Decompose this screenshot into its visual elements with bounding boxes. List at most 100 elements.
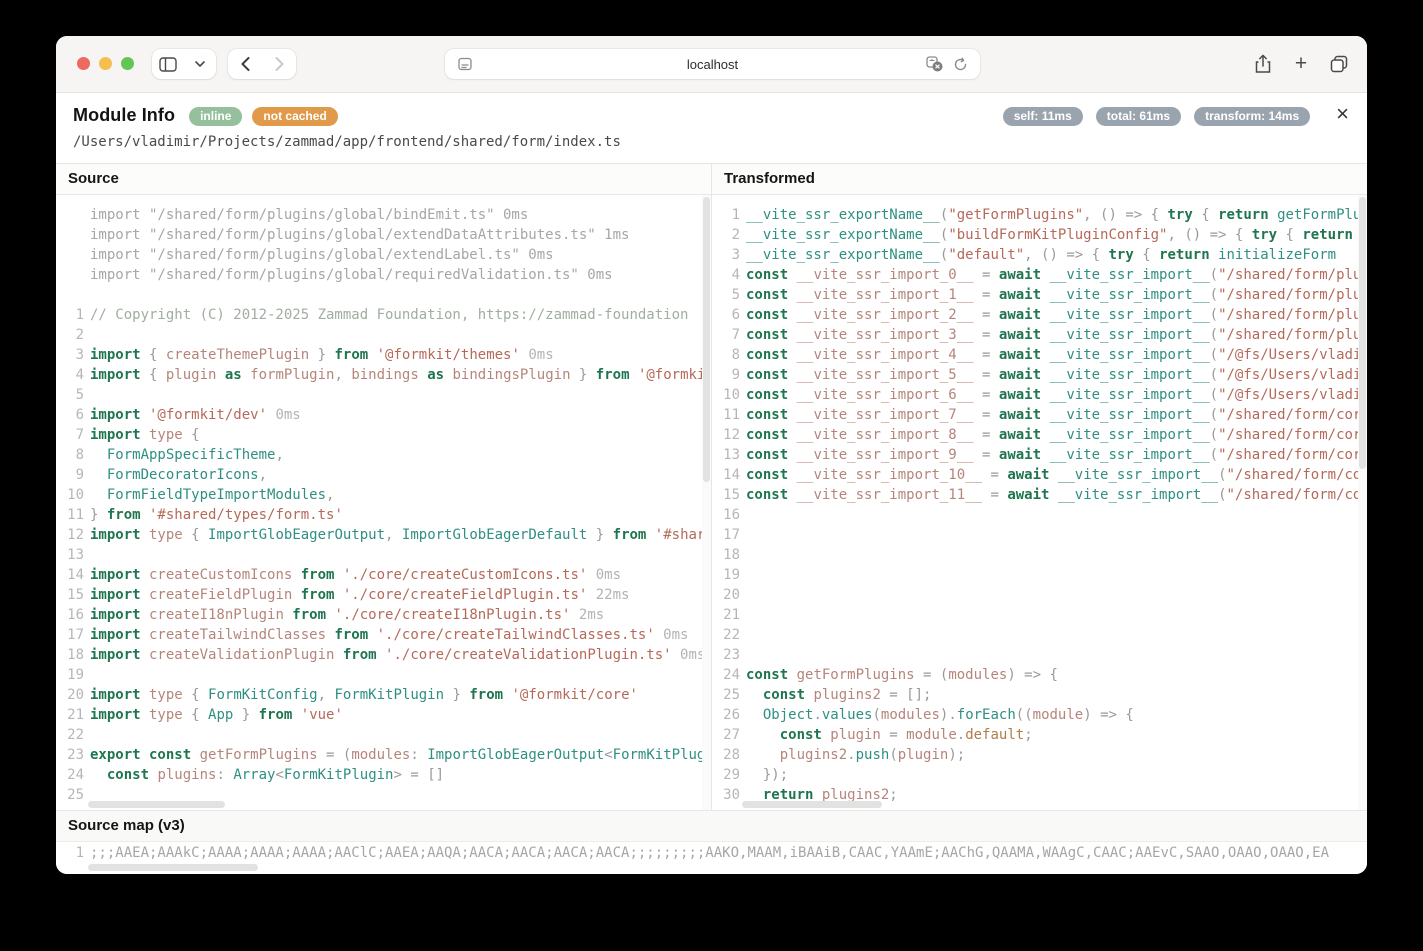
line-number: 7 xyxy=(712,325,740,345)
line-number: 4 xyxy=(712,265,740,285)
source-map-line: 1 ;;;AAEA;AAAkC;AAAA;AAAA;AAAA;AAClC;AAEA… xyxy=(56,842,1367,862)
code-line: 20import type { FormKitConfig, FormKitPl… xyxy=(56,685,711,705)
transformed-code: 1__vite_ssr_exportName__("getFormPlugins… xyxy=(712,195,1367,810)
code-line: 1// Copyright (C) 2012-2025 Zammad Found… xyxy=(56,305,711,325)
code-line: 19 xyxy=(712,565,1367,585)
code-line: 25 const plugins2 = []; xyxy=(712,685,1367,705)
line-number: 1 xyxy=(712,205,740,225)
sourcemap-mappings: ;;;AAEA;AAAkC;AAAA;AAAA;AAAA;AAClC;AAEA;… xyxy=(90,845,1329,861)
tabs-icon xyxy=(1330,55,1348,73)
line-number: 21 xyxy=(712,605,740,625)
code-line: 6import '@formkit/dev' 0ms xyxy=(56,405,711,425)
reload-icon xyxy=(953,57,968,72)
line-number: 13 xyxy=(712,445,740,465)
code-line: 22 xyxy=(712,625,1367,645)
minimize-window-button[interactable] xyxy=(99,57,112,70)
code-line: 18 xyxy=(712,545,1367,565)
tab-overview-button[interactable] xyxy=(1329,53,1349,75)
chevron-down-icon[interactable] xyxy=(184,49,216,79)
line-number: 10 xyxy=(56,485,84,505)
code-line: 5 xyxy=(56,385,711,405)
transformed-horizontal-scrollbar-thumb[interactable] xyxy=(742,801,882,808)
line-number: 11 xyxy=(712,405,740,425)
code-line: 14import createCustomIcons from './core/… xyxy=(56,565,711,585)
code-line: import "/shared/form/plugins/global/requ… xyxy=(56,265,711,285)
source-vertical-scrollbar-thumb[interactable] xyxy=(703,197,710,482)
code-line: 8const __vite_ssr_import_4__ = await __v… xyxy=(712,345,1367,365)
line-number: 27 xyxy=(712,725,740,745)
line-number: 1 xyxy=(56,842,84,864)
nav-buttons xyxy=(228,49,296,79)
source-panel: Source import "/shared/form/plugins/glob… xyxy=(56,164,711,810)
code-line: 7const __vite_ssr_import_3__ = await __v… xyxy=(712,325,1367,345)
line-number: 8 xyxy=(712,345,740,365)
close-button[interactable]: × xyxy=(1336,104,1349,124)
source-map-title: Source map (v3) xyxy=(56,810,1367,842)
code-line: 21 xyxy=(712,605,1367,625)
close-window-button[interactable] xyxy=(77,57,90,70)
code-line: 29 }); xyxy=(712,765,1367,785)
code-line: 28 plugins2.push(plugin); xyxy=(712,745,1367,765)
code-line: 18import createValidationPlugin from './… xyxy=(56,645,711,665)
line-number: 16 xyxy=(56,605,84,625)
source-horizontal-scrollbar-thumb[interactable] xyxy=(88,801,225,808)
browser-window: localhost xyxy=(56,36,1367,874)
traffic-lights xyxy=(77,57,134,70)
metric-pill: total: 61ms xyxy=(1096,107,1181,126)
line-number: 3 xyxy=(56,345,84,365)
line-number: 29 xyxy=(712,765,740,785)
line-number: 13 xyxy=(56,545,84,565)
transformed-vertical-scrollbar-thumb[interactable] xyxy=(1359,197,1366,469)
code-line: 21import type { App } from 'vue' xyxy=(56,705,711,725)
line-number: 10 xyxy=(712,385,740,405)
back-button[interactable] xyxy=(228,49,262,79)
code-line: 11} from '#shared/types/form.ts' xyxy=(56,505,711,525)
reload-button[interactable] xyxy=(953,57,968,72)
line-number: 12 xyxy=(56,525,84,545)
transformed-vertical-scrollbar[interactable] xyxy=(1358,195,1367,810)
line-number: 17 xyxy=(712,525,740,545)
share-button[interactable] xyxy=(1253,53,1273,75)
sidebar-toggle-button[interactable] xyxy=(152,49,216,79)
line-number: 20 xyxy=(712,585,740,605)
line-number: 20 xyxy=(56,685,84,705)
code-line: 9const __vite_ssr_import_5__ = await __v… xyxy=(712,365,1367,385)
code-line: 2__vite_ssr_exportName__("buildFormKitPl… xyxy=(712,225,1367,245)
line-number: 25 xyxy=(56,785,84,805)
code-line: import "/shared/form/plugins/global/bind… xyxy=(56,205,711,225)
url-field[interactable]: localhost xyxy=(445,49,980,79)
sourcemap-horizontal-scrollbar-thumb[interactable] xyxy=(88,864,258,871)
code-line: 16import createI18nPlugin from './core/c… xyxy=(56,605,711,625)
code-line: 26 Object.values(modules).forEach((modul… xyxy=(712,705,1367,725)
status-badge: not cached xyxy=(252,107,337,126)
line-number: 28 xyxy=(712,745,740,765)
source-code: import "/shared/form/plugins/global/bind… xyxy=(56,195,711,810)
code-line: 5const __vite_ssr_import_1__ = await __v… xyxy=(712,285,1367,305)
line-number: 19 xyxy=(56,665,84,685)
page-title: Module Info xyxy=(73,105,175,126)
line-number: 17 xyxy=(56,625,84,645)
new-tab-button[interactable]: + xyxy=(1291,53,1311,75)
transformed-panel-title: Transformed xyxy=(712,164,1367,195)
module-info-header: Module Info inlinenot cached self: 11mst… xyxy=(56,93,1367,150)
line-number: 4 xyxy=(56,365,84,385)
code-panels: Source import "/shared/form/plugins/glob… xyxy=(56,163,1367,810)
line-number: 2 xyxy=(712,225,740,245)
forward-button[interactable] xyxy=(262,49,296,79)
source-map-body: 1 ;;;AAEA;AAAkC;AAAA;AAAA;AAAA;AAClC;AAEA… xyxy=(56,842,1367,874)
code-line: 8 FormAppSpecificTheme, xyxy=(56,445,711,465)
code-line: 2 xyxy=(56,325,711,345)
source-vertical-scrollbar[interactable] xyxy=(702,195,711,810)
url-text: localhost xyxy=(445,57,980,72)
source-map-section: Source map (v3) 1 ;;;AAEA;AAAkC;AAAA;AAAA… xyxy=(56,810,1367,874)
line-number: 1 xyxy=(56,305,84,325)
code-line: 6const __vite_ssr_import_2__ = await __v… xyxy=(712,305,1367,325)
forward-icon xyxy=(275,57,284,71)
line-number: 9 xyxy=(712,365,740,385)
line-number: 14 xyxy=(56,565,84,585)
zoom-window-button[interactable] xyxy=(121,57,134,70)
line-number: 23 xyxy=(712,645,740,665)
code-line: 3import { createThemePlugin } from '@for… xyxy=(56,345,711,365)
translate-icon[interactable] xyxy=(926,56,943,72)
back-icon xyxy=(241,57,250,71)
